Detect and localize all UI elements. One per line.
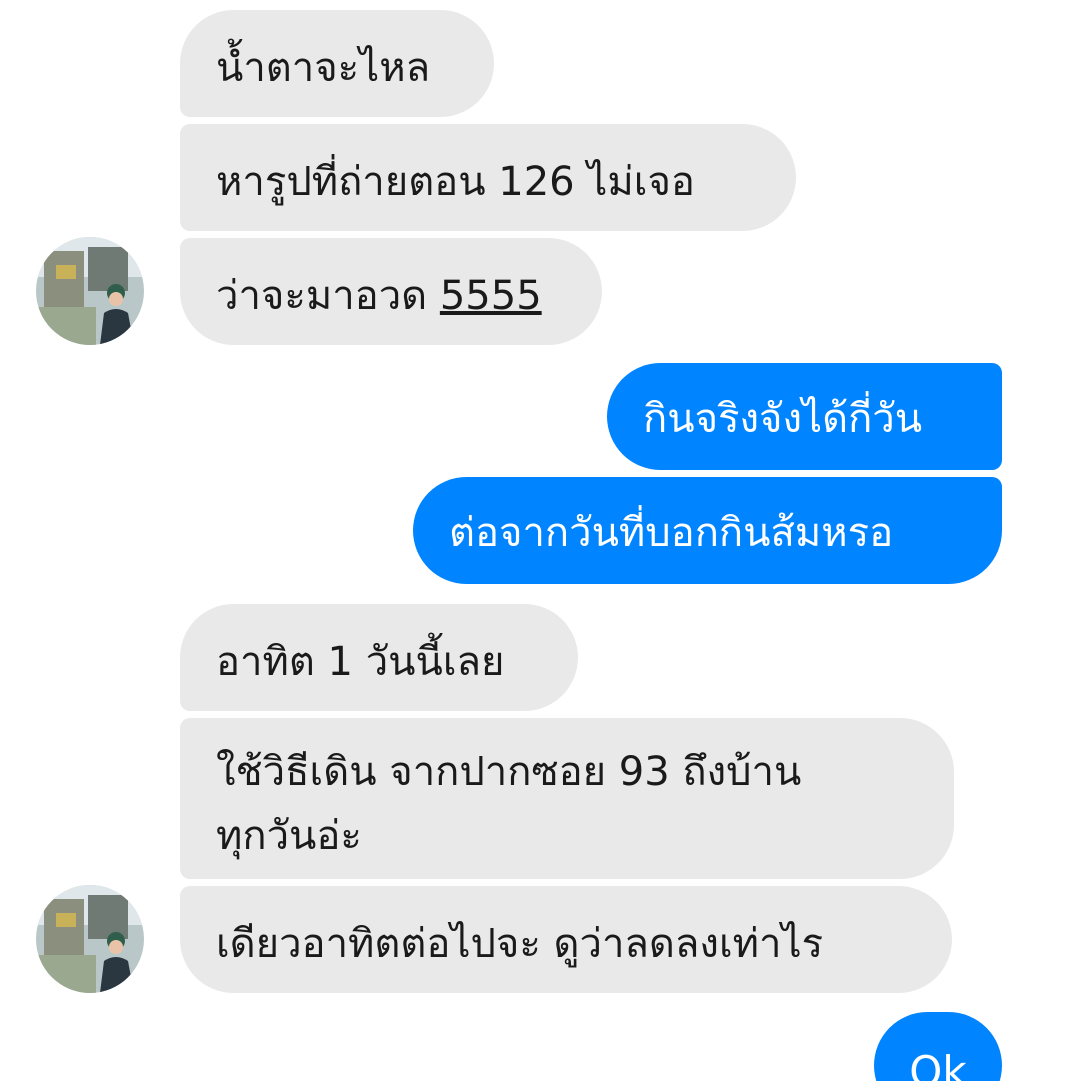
message-text-line-1: ใช้วิธีเดิน จากปากซอย 93 ถึงบ้าน [216,749,802,795]
message-text: อาทิต 1 วันนี้เลย [216,639,505,685]
chat-thread: น้ำตาจะไหล หารูปที่ถ่ายตอน 126 ไม่เจอ ว่… [0,0,1080,1081]
message-text-line-2: ทุกวันอ่ะ [216,813,362,859]
message-text: น้ำตาจะไหล [216,45,431,91]
incoming-message-bubble[interactable]: ใช้วิธีเดิน จากปากซอย 93 ถึงบ้าน ทุกวันอ… [180,718,954,879]
message-text: หารูปที่ถ่ายตอน 126 ไม่เจอ [216,159,695,205]
outgoing-message-bubble[interactable]: ต่อจากวันที่บอกกินส้มหรอ [413,477,1002,584]
outgoing-message-bubble[interactable]: Ok [874,1012,1002,1081]
avatar-photo [36,885,144,993]
incoming-message-bubble[interactable]: เดียวอาทิตต่อไปจะ ดูว่าลดลงเท่าไร [180,886,952,993]
incoming-message-bubble[interactable]: น้ำตาจะไหล [180,10,494,117]
message-text: ต่อจากวันที่บอกกินส้มหรอ [449,510,894,556]
message-text: เดียวอาทิตต่อไปจะ ดูว่าลดลงเท่าไร [216,921,824,967]
message-link[interactable]: 5555 [440,273,542,319]
message-text: กินจริงจังได้กี่วัน [643,396,923,442]
incoming-message-bubble[interactable]: อาทิต 1 วันนี้เลย [180,604,578,711]
message-text: Ok [909,1047,967,1081]
incoming-message-bubble[interactable]: ว่าจะมาอวด 5555 [180,238,602,345]
contact-avatar[interactable] [36,237,144,345]
avatar-photo [36,237,144,345]
contact-avatar[interactable] [36,885,144,993]
message-text: ว่าจะมาอวด [216,273,440,319]
incoming-message-bubble[interactable]: หารูปที่ถ่ายตอน 126 ไม่เจอ [180,124,796,231]
outgoing-message-bubble[interactable]: กินจริงจังได้กี่วัน [607,363,1002,470]
